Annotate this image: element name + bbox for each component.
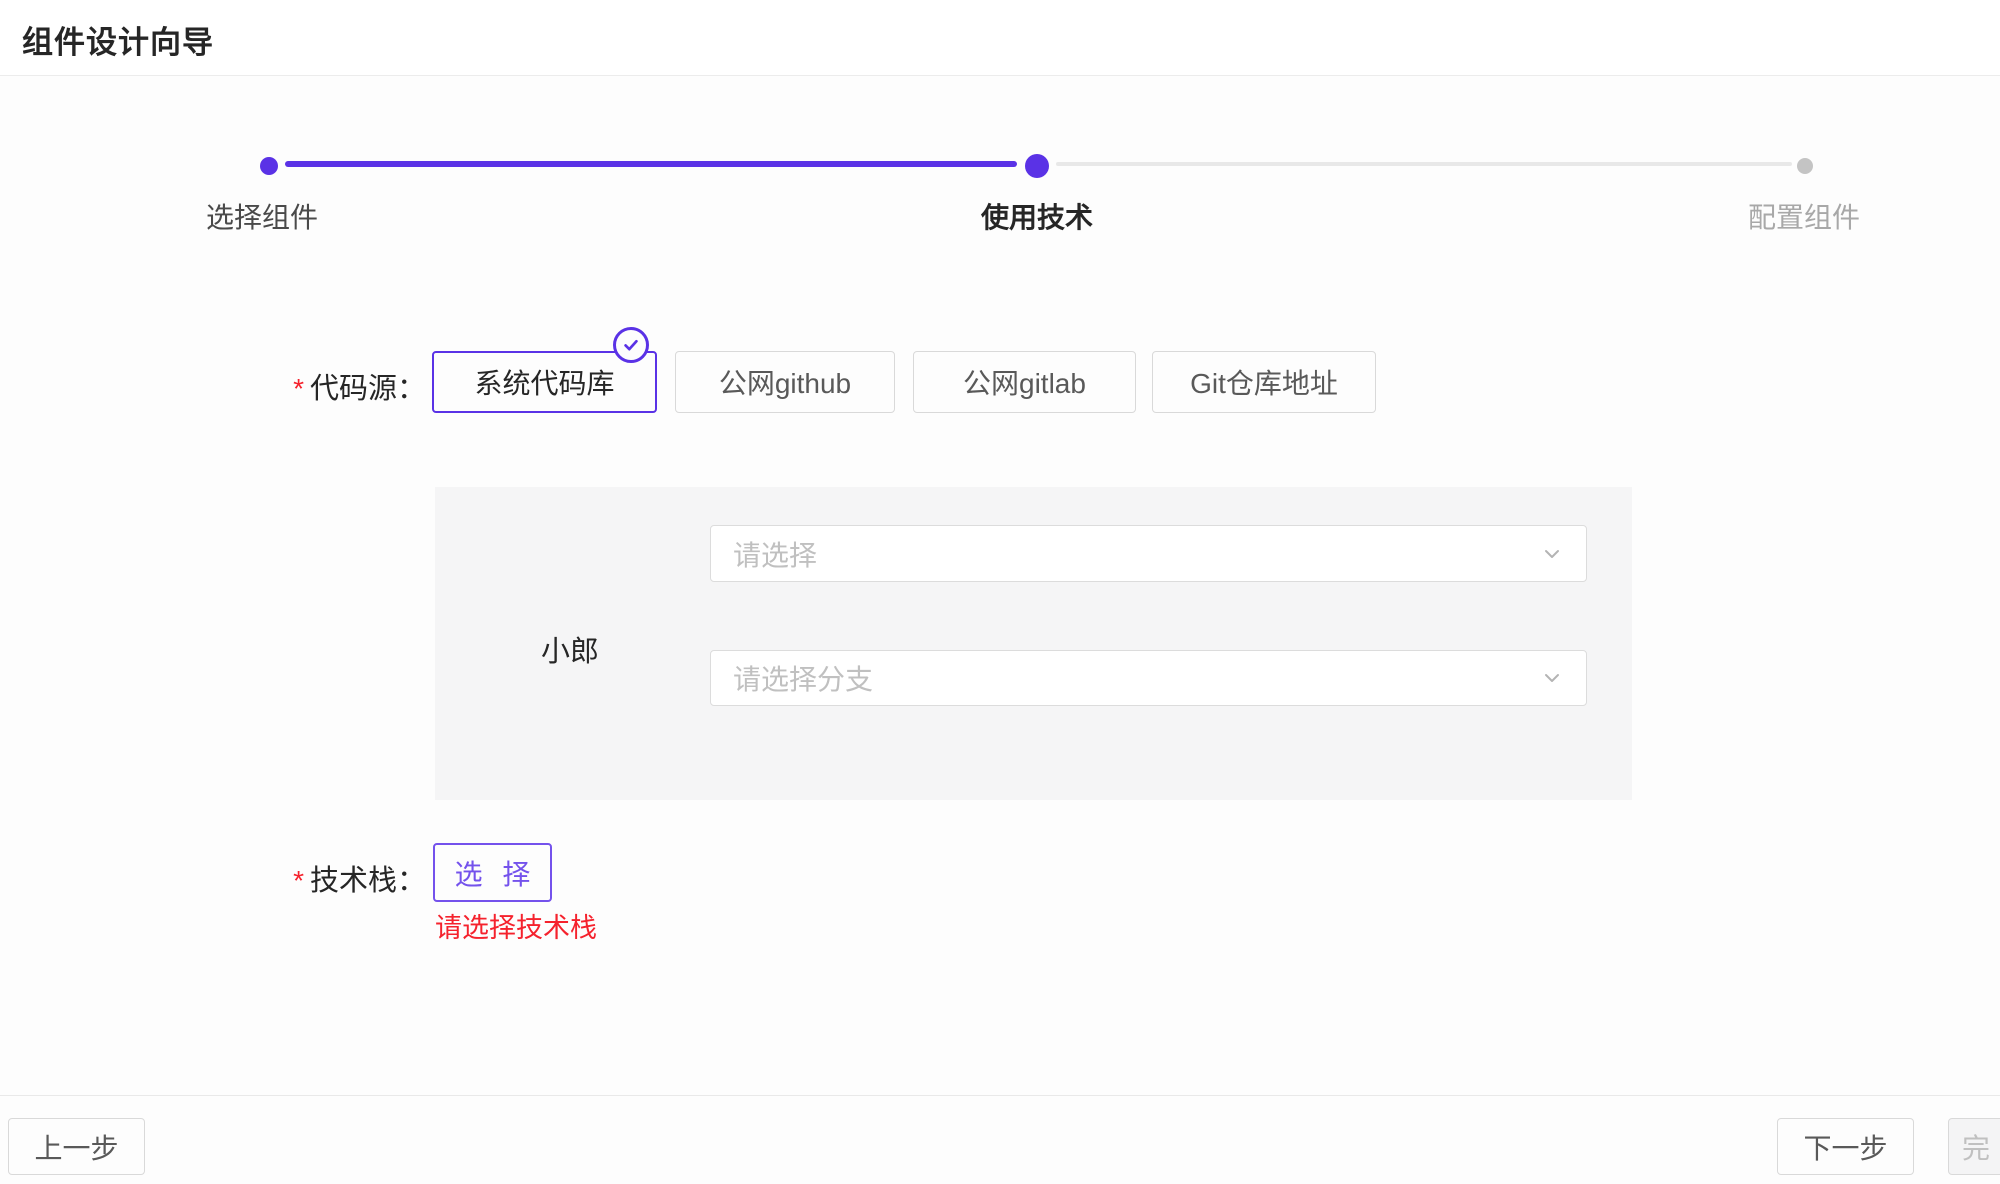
tech-stack-label: *技术栈：: [240, 857, 426, 899]
wizard-header: 组件设计向导: [0, 0, 2000, 76]
branch-select-placeholder: 请选择分支: [733, 658, 873, 698]
step-dot-configure-component: [1797, 158, 1813, 174]
code-source-option-gitlab[interactable]: 公网gitlab: [913, 351, 1136, 413]
progress-line-pending: [1056, 162, 1792, 166]
step-label-use-technology: 使用技术: [981, 196, 1093, 236]
code-source-label-text: 代码源：: [310, 373, 426, 405]
repo-select[interactable]: 请选择: [710, 525, 1587, 582]
code-source-option-github[interactable]: 公网github: [675, 351, 895, 413]
branch-select[interactable]: 请选择分支: [710, 650, 1587, 706]
next-step-button[interactable]: 下一步: [1777, 1118, 1914, 1175]
page-title: 组件设计向导: [22, 17, 214, 62]
step-label-select-component: 选择组件: [206, 196, 318, 236]
component-design-wizard: 组件设计向导 选择组件 使用技术 配置组件 *代码源： 系统代码库 公网gith…: [0, 0, 2000, 1184]
tech-stack-error-message: 请选择技术栈: [435, 906, 597, 945]
prev-step-button[interactable]: 上一步: [8, 1118, 145, 1175]
chevron-down-icon: [1540, 542, 1564, 566]
selected-check-badge: [613, 327, 649, 363]
wizard-footer: 上一步 下一步 完成: [0, 1095, 2000, 1184]
step-dot-select-component: [260, 157, 278, 175]
repo-select-placeholder: 请选择: [733, 534, 817, 574]
code-source-option-git-url[interactable]: Git仓库地址: [1152, 351, 1376, 413]
tech-stack-select-button[interactable]: 选 择: [433, 843, 552, 902]
chevron-down-icon: [1540, 666, 1564, 690]
required-asterisk: *: [293, 373, 304, 404]
tech-stack-label-text: 技术栈：: [310, 865, 426, 897]
repo-panel: 小郎 请选择 请选择分支: [435, 487, 1632, 800]
check-icon: [621, 335, 641, 355]
repo-owner-label: 小郎: [541, 628, 599, 670]
step-dot-use-technology: [1025, 154, 1049, 178]
required-asterisk: *: [293, 865, 304, 896]
finish-button[interactable]: 完成: [1948, 1118, 2000, 1175]
code-source-label: *代码源：: [240, 365, 426, 407]
step-label-configure-component: 配置组件: [1748, 196, 1860, 236]
progress-line-done: [285, 161, 1017, 167]
